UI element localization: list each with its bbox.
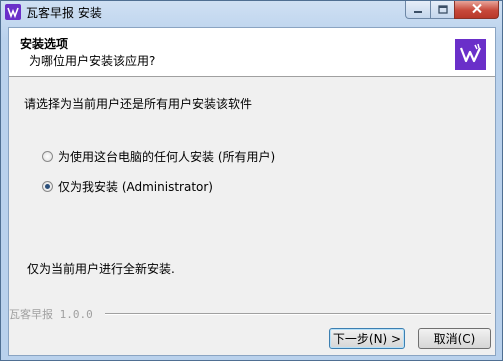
- dialog-body: 安装选项 为哪位用户安装该应用? 请选择为当前用户还是所有用户安装该软件 为使用…: [8, 27, 496, 356]
- option-current-user[interactable]: 仅为我安装 (Administrator): [42, 178, 213, 195]
- option-all-users[interactable]: 为使用这台电脑的任何人安装 (所有用户): [42, 148, 275, 165]
- radio-all-users[interactable]: [42, 151, 53, 162]
- instruction-text: 请选择为当前用户还是所有用户安装该软件: [24, 97, 253, 111]
- window-title: 瓦客早报 安装: [26, 6, 102, 20]
- option-current-user-label[interactable]: 仅为我安装 (Administrator): [58, 178, 213, 195]
- maximize-icon: [437, 3, 448, 17]
- cancel-button[interactable]: 取消(C): [418, 328, 491, 349]
- option-all-users-label[interactable]: 为使用这台电脑的任何人安装 (所有用户): [58, 148, 275, 165]
- minimize-button[interactable]: [405, 1, 431, 19]
- minimize-icon: [413, 3, 423, 17]
- close-button[interactable]: [454, 1, 499, 19]
- maximize-button[interactable]: [430, 1, 455, 19]
- app-icon: [5, 4, 21, 20]
- close-icon: [471, 3, 483, 17]
- brand-label: 瓦客早报 1.0.0: [9, 308, 93, 321]
- page-subtitle: 为哪位用户安装该应用?: [29, 54, 156, 68]
- page-title: 安装选项: [20, 37, 69, 51]
- brand-divider: 瓦客早报 1.0.0: [9, 306, 495, 321]
- title-bar[interactable]: 瓦客早报 安装: [1, 1, 502, 23]
- installer-window: 瓦客早报 安装 安装选项 为哪位用户安装该应用? 请选择为当前用户还是所有用户安…: [0, 0, 503, 361]
- divider-line: [105, 313, 491, 315]
- install-note: 仅为当前用户进行全新安装.: [27, 262, 175, 276]
- header-panel: 安装选项 为哪位用户安装该应用?: [9, 28, 495, 77]
- installer-logo-icon: [455, 39, 486, 70]
- next-button[interactable]: 下一步(N) >: [329, 328, 405, 349]
- radio-current-user[interactable]: [42, 181, 53, 192]
